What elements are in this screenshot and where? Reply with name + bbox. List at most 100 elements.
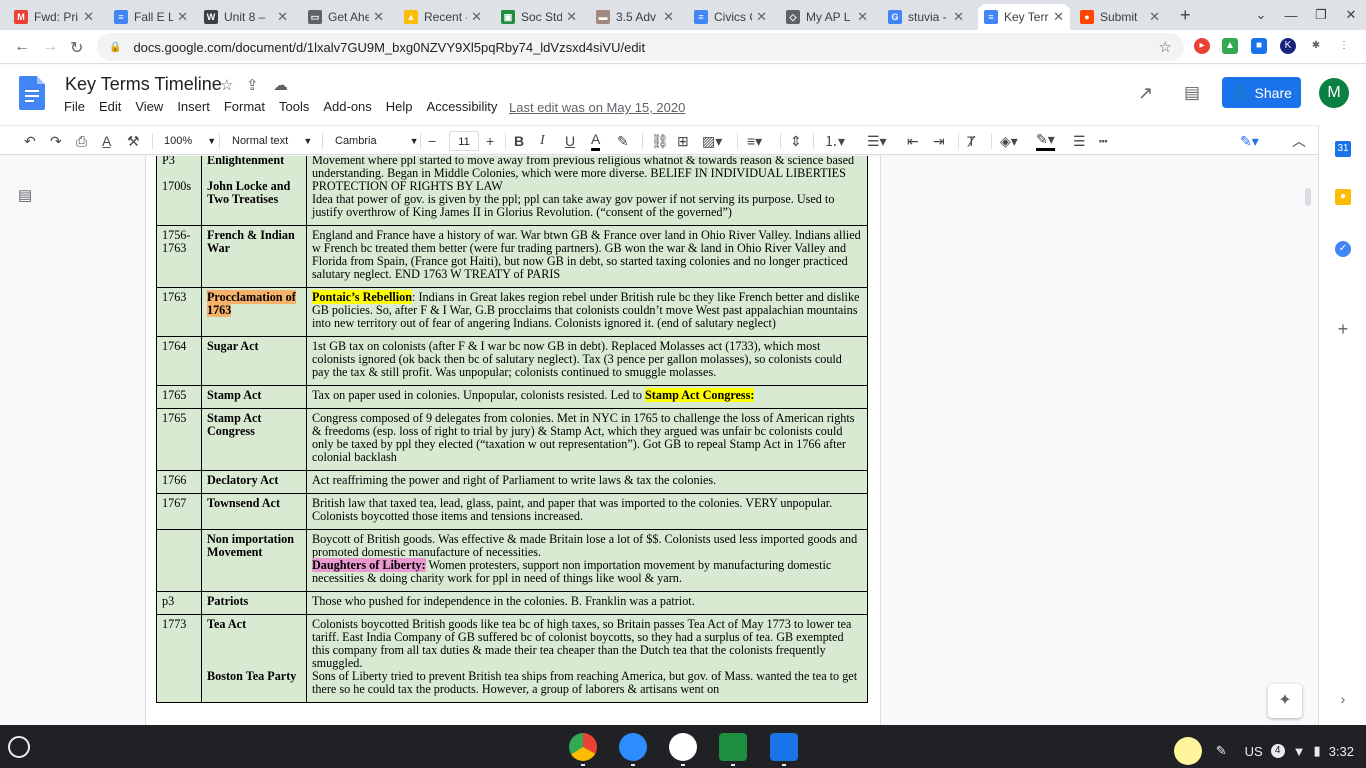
user-avatar[interactable] [1173,737,1202,765]
share-button[interactable]: 👤 Share [1222,77,1301,108]
document-title[interactable]: Key Terms Timeline [65,74,222,95]
tab-close-icon[interactable]: ✕ [373,9,384,25]
insert-image-icon[interactable]: ▨▾ [702,131,722,151]
description-cell[interactable]: Boycott of British goods. Was effective … [305,529,869,592]
menu-insert[interactable]: Insert [177,99,210,114]
increase-indent-icon[interactable]: ⇥ [933,131,945,151]
description-cell[interactable]: England and France have a history of war… [305,225,869,288]
increase-font-size-icon[interactable]: + [486,131,494,151]
zoom-icon[interactable] [619,733,647,766]
align-icon[interactable]: ≡▾ [747,131,762,151]
bold-icon[interactable]: B [514,131,524,151]
highlight-icon[interactable]: ✎ [617,131,629,151]
description-cell[interactable]: Act reaffriming the power and right of P… [305,470,869,494]
term-cell[interactable]: Stamp Act Congress [200,408,307,471]
border-color-icon[interactable]: ✎▾ [1036,131,1055,151]
menu-format[interactable]: Format [224,99,265,114]
menu-addons[interactable]: Add-ons [323,99,371,114]
description-cell[interactable]: 1st GB tax on colonists (after F & I war… [305,336,869,386]
cell-fill-color-icon[interactable]: ◈▾ [1000,131,1018,151]
menu-help[interactable]: Help [386,99,413,114]
stylus-icon[interactable]: ✎ [1216,743,1227,759]
date-cell[interactable] [156,529,202,592]
date-cell[interactable]: 1767 [156,493,202,530]
new-tab-icon[interactable]: + [1180,5,1191,26]
spellcheck-icon[interactable]: A̲ [102,131,111,151]
activity-trend-icon[interactable]: ↗ [1138,83,1153,104]
gmail-icon[interactable] [669,733,697,766]
term-cell[interactable]: Patriots [200,591,307,615]
style-select[interactable]: Normal text ▼ [232,131,312,151]
date-cell[interactable]: 1766 [156,470,202,494]
files-icon[interactable] [770,733,798,766]
star-icon[interactable]: ☆ [220,76,233,94]
zoom-select[interactable]: 100% ▼ [164,131,216,151]
editing-mode-icon[interactable]: ✎▾ [1240,131,1259,151]
description-cell[interactable]: Tax on paper used in colonies. Unpopular… [305,385,869,409]
print-icon[interactable]: ⎙ [76,131,87,151]
tab-11[interactable]: ● Submit ✕ [1074,4,1166,30]
chrome-icon[interactable] [569,733,597,766]
tab-close-icon[interactable]: ✕ [953,9,964,25]
maximize-icon[interactable]: ❐ [1306,7,1336,23]
paint-format-icon[interactable]: ⚒ [127,131,140,151]
document-page[interactable]: P3 1700s Enlightenment John Locke and Two T… [146,156,880,725]
tab-1[interactable]: ≡ Fall E Le✕ [108,4,194,30]
border-width-icon[interactable]: ☰ [1073,131,1086,151]
term-cell[interactable]: Non importation Movement [200,529,307,592]
hide-menus-icon[interactable]: ︿ [1292,131,1306,151]
bookmark-star-icon[interactable]: ☆ [1159,38,1172,56]
date-cell[interactable]: P3 1700s [156,156,202,226]
url-input[interactable]: 🔒 docs.google.com/document/d/1lxalv7GU9M… [97,33,1184,61]
font-select[interactable]: Cambria ▼ [335,131,419,151]
term-cell[interactable]: Procclamation of 1763 [200,287,307,337]
tab-close-icon[interactable]: ✕ [566,9,577,25]
border-dash-icon[interactable]: ┅ [1099,131,1107,151]
redo-icon[interactable]: ↷ [50,131,62,151]
tab-close-icon[interactable]: ✕ [663,9,674,25]
date-cell[interactable]: 1765 [156,385,202,409]
menu-tools[interactable]: Tools [279,99,309,114]
term-cell[interactable]: Declatory Act [200,470,307,494]
browser-menu-icon[interactable]: ⋮ [1336,38,1352,54]
tab-3[interactable]: ▭ Get Ahe ✕ [302,4,390,30]
date-cell[interactable]: p3 [156,591,202,615]
avatar[interactable]: M [1319,78,1349,108]
comments-icon[interactable]: ▤ [1184,83,1200,103]
description-cell[interactable]: Congress composed of 9 delegates from co… [305,408,869,471]
calendar-icon[interactable]: 31 [1335,141,1351,157]
undo-icon[interactable]: ↶ [24,131,36,151]
term-cell[interactable]: Townsend Act [200,493,307,530]
back-icon[interactable]: ← [14,38,30,56]
move-folder-icon[interactable]: ⇪ [246,76,259,94]
description-cell[interactable]: Colonists boycotted British goods like t… [305,614,869,703]
close-window-icon[interactable]: ✕ [1336,7,1366,23]
classroom-icon[interactable] [719,733,747,766]
tab-6[interactable]: ▬ 3.5 Adv ✕ [590,4,680,30]
term-cell[interactable]: Stamp Act [200,385,307,409]
date-cell[interactable]: 1763 [156,287,202,337]
date-cell[interactable]: 1765 [156,408,202,471]
cloud-status-icon[interactable]: ☁ [273,76,288,94]
menu-edit[interactable]: Edit [99,99,121,114]
line-spacing-icon[interactable]: ⇕ [790,131,802,151]
description-cell[interactable]: Those who pushed for independence in the… [305,591,869,615]
text-color-icon[interactable]: A [591,131,601,151]
scrollbar-thumb[interactable] [1305,188,1311,206]
extension-meet-icon[interactable]: ■ [1251,38,1267,54]
tab-close-icon[interactable]: ✕ [857,9,868,25]
keep-icon[interactable]: ● [1335,189,1351,205]
clear-formatting-icon[interactable]: Ⱦ [967,131,976,151]
lock-icon[interactable]: 🔒 [109,42,121,53]
underline-icon[interactable]: U [565,131,575,151]
tab-4[interactable]: ▲ Recent - ✕ [398,4,488,30]
last-edit-link[interactable]: Last edit was on May 15, 2020 [509,100,685,115]
term-cell[interactable]: Enlightenment John Locke and Two Treatise… [200,156,307,226]
extensions-puzzle-icon[interactable]: ✱ [1308,38,1324,54]
date-cell[interactable]: 1773 [156,614,202,703]
tab-8[interactable]: ◇ My AP L ✕ [780,4,874,30]
tasks-icon[interactable]: ✓ [1335,241,1351,257]
tab-9[interactable]: Gstuvia - ✕ [882,4,970,30]
date-cell[interactable]: 1756-1763 [156,225,202,288]
decrease-font-size-icon[interactable]: − [428,131,436,151]
